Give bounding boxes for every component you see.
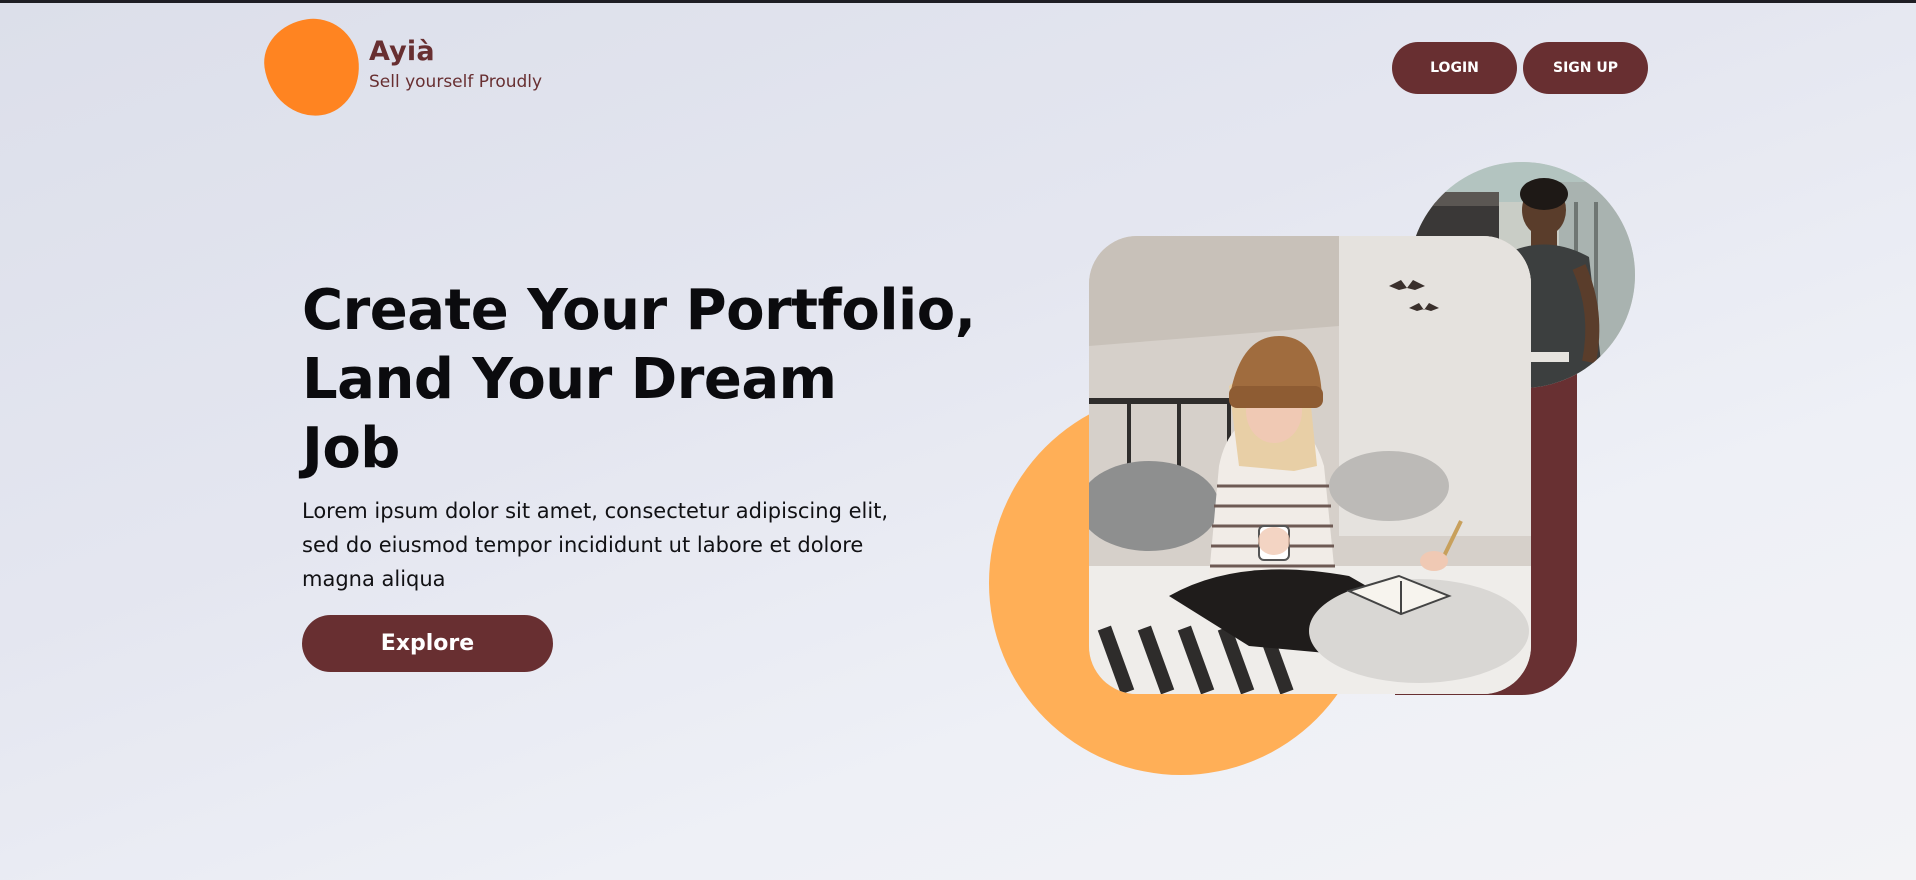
hero-title-line: Land Your Dream [302, 347, 837, 412]
hero-description-line: sed do eiusmod tempor incididunt ut labo… [302, 533, 864, 557]
woman-reading-image [1089, 236, 1531, 694]
hero-description-line: magna aliqua [302, 567, 446, 591]
login-button[interactable]: LOGIN [1392, 42, 1517, 94]
hero-description: Lorem ipsum dolor sit amet, consectetur … [302, 494, 942, 596]
main-photo [1089, 236, 1531, 694]
brand-name[interactable]: Ayià [369, 36, 435, 67]
hero-title-line: Job [302, 416, 400, 481]
window-top-edge [0, 0, 1916, 3]
hero-title: Create Your Portfolio, Land Your Dream J… [302, 276, 1002, 483]
logo-icon[interactable] [258, 12, 366, 123]
explore-button[interactable]: Explore [302, 615, 553, 672]
brand-tagline: Sell yourself Proudly [369, 72, 543, 92]
signup-button[interactable]: SIGN UP [1523, 42, 1648, 94]
hero-title-line: Create Your Portfolio, [302, 278, 976, 343]
hero-description-line: Lorem ipsum dolor sit amet, consectetur … [302, 499, 889, 523]
